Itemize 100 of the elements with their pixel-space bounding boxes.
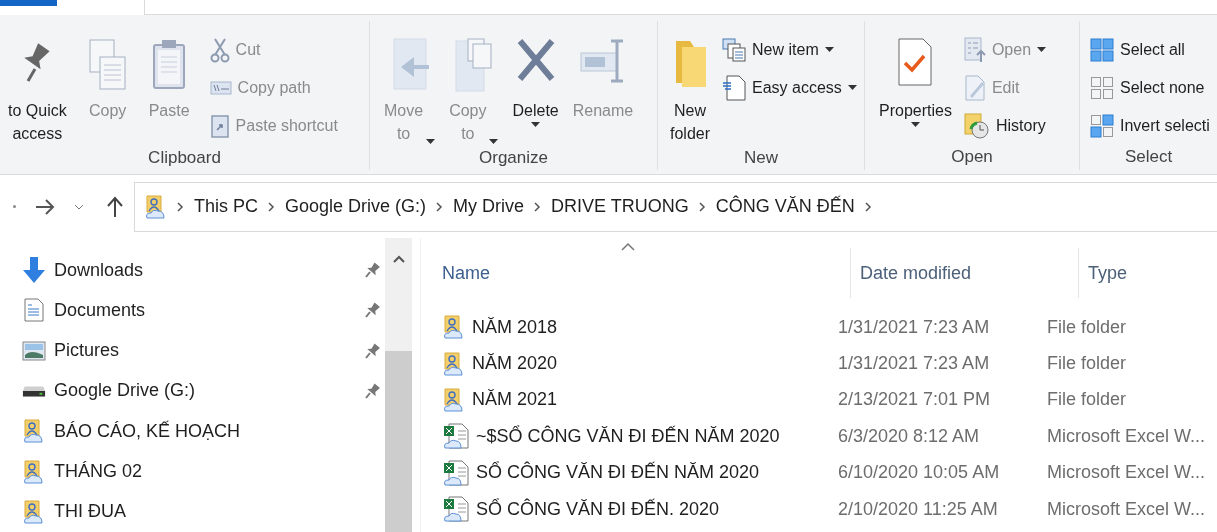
open-icon [963,37,986,63]
ribbon-button[interactable]: Select all [1090,35,1210,65]
file-type: File folder [1047,316,1127,338]
breadcrumb[interactable]: My Drive [453,196,525,217]
excel-file-icon [443,459,469,486]
chevron-right-icon [177,201,184,212]
breadcrumb[interactable]: Google Drive (G:) [285,196,427,217]
document-icon [24,298,44,323]
file-row[interactable]: NĂM 2021 2/13/2021 7:01 PM File folder [421,381,1217,419]
date-modified: 2/10/2020 11:25 AM [837,498,999,520]
close-icon [515,37,556,83]
breadcrumb[interactable]: DRIVE TRUONG [551,196,689,217]
nav-item[interactable]: THI ĐUA [0,491,385,532]
ribbon-button[interactable]: to Quick access [8,21,67,145]
clipboard-icon [151,37,188,91]
shared-folder-icon [145,194,167,219]
pin-icon [364,342,380,359]
column-header[interactable]: Type [1079,248,1217,298]
file-name: NĂM 2021 [472,389,558,411]
date-modified: 2/13/2021 7:01 PM [837,389,992,411]
select-none-icon [1090,76,1114,100]
excel-file-icon [443,423,469,450]
copy-to-icon [452,37,495,93]
chevron-right-icon [268,201,275,212]
shared-folder-icon [23,499,45,524]
ribbon-button[interactable]: New item [722,35,857,65]
ribbon-button[interactable]: History [963,111,1047,141]
group-label: Open [950,146,994,168]
sort-ascending-icon [621,242,635,251]
path-icon [209,81,232,95]
group-label: Organize [478,147,549,169]
nav-item[interactable]: Google Drive (G:) [0,370,385,412]
nav-item[interactable]: BÁO CÁO, KẾ HOẠCH [0,411,385,452]
ribbon-button[interactable]: Select none [1090,73,1210,103]
column-header[interactable]: Name [421,248,851,298]
address-bar[interactable]: This PC Google Drive (G:) My Drive DRIVE TRUONG CÔNG VĂN ĐẾN [134,181,1217,232]
history-icon [963,113,990,139]
shared-folder-icon [443,351,465,376]
file-name: ~$SỔ CÔNG VĂN ĐI ĐẾN NĂM 2020 [476,425,780,447]
chevron-right-icon [534,201,542,212]
file-type: File folder [1047,389,1127,411]
file-type: File folder [1047,353,1127,375]
breadcrumb[interactable]: This PC [194,196,258,217]
nav-item[interactable]: THÁNG 02 [0,451,385,492]
chevron-right-icon [698,201,706,212]
date-modified: 1/31/2021 7:23 AM [837,353,991,375]
drive-icon [22,384,46,398]
file-type: Microsoft Excel W... [1047,462,1206,484]
shortcut-icon [209,113,230,139]
chevron-up-icon [392,255,405,263]
date-modified: 1/31/2021 7:23 AM [837,316,991,338]
file-row[interactable]: NĂM 2020 1/31/2021 7:23 AM File folder [421,345,1217,382]
file-row[interactable]: SỔ CÔNG VĂN ĐI ĐẾN. 2020 2/10/2020 11:25 AM Microsoft Excel W... [421,490,1217,528]
nav-item[interactable]: Documents [0,290,385,331]
file-name: NĂM 2020 [472,353,558,375]
ribbon-button[interactable]: Invert selecti [1090,111,1210,141]
shared-folder-icon [443,315,465,340]
file-name: SỔ CÔNG VĂN ĐI ĐẾN. 2020 [476,498,720,520]
pin-icon [364,302,380,319]
ribbon-button[interactable]: Delete [512,21,559,145]
file-name: SỔ CÔNG VĂN ĐI ĐẾN NĂM 2020 [476,462,760,484]
nav-item[interactable]: Downloads [0,250,385,291]
arrow-up-icon [106,195,124,218]
chevron-down-icon [74,203,84,210]
column-header[interactable]: Date modified [851,248,1079,298]
chevron-right-icon [864,201,872,212]
shared-folder-icon [23,419,45,444]
invert-selection-icon [1090,114,1114,138]
file-row[interactable]: NĂM 2018 1/31/2021 7:23 AM File folder [421,309,1217,346]
copy-icon [86,37,129,93]
scroll-thumb[interactable] [385,351,412,532]
chevron-right-icon [436,201,444,212]
breadcrumb[interactable]: CÔNG VĂN ĐẾN [715,196,855,217]
scissors-icon [209,37,230,63]
ribbon-button[interactable]: Easy access [722,73,857,103]
group-label: Select [1123,146,1174,168]
new-item-icon [722,38,747,62]
file-row[interactable]: SỔ CÔNG VĂN ĐI ĐẾN NĂM 2020 6/10/2020 10:05 AM Microsoft Excel W... [421,454,1217,491]
download-icon [22,256,46,285]
document-icon [722,75,747,101]
edit-icon [963,75,986,101]
scrollbar[interactable] [385,238,412,532]
tab-indicator [0,0,57,6]
ribbon-button[interactable]: Properties [879,21,952,144]
ribbon-button[interactable]: New folder [670,21,711,145]
properties-icon [897,37,934,87]
pin-icon [364,262,380,279]
shared-folder-icon [23,459,45,484]
select-all-icon [1090,38,1114,62]
nav-item[interactable]: Pictures [0,330,385,371]
date-modified: 6/3/2020 8:12 AM [837,425,981,447]
arrow-right-icon [35,198,55,215]
excel-file-icon [443,496,469,523]
date-modified: 6/10/2020 10:05 AM [837,462,1001,484]
file-row[interactable]: ~$SỔ CÔNG VĂN ĐI ĐẾN NĂM 2020 6/3/2020 8:12 AM Microsoft Excel W... [421,418,1217,455]
file-type: Microsoft Excel W... [1047,498,1206,520]
dot-icon [12,205,16,208]
group-label: New [743,147,779,169]
file-type: Microsoft Excel W... [1047,425,1206,447]
group-label: Clipboard [147,147,222,169]
